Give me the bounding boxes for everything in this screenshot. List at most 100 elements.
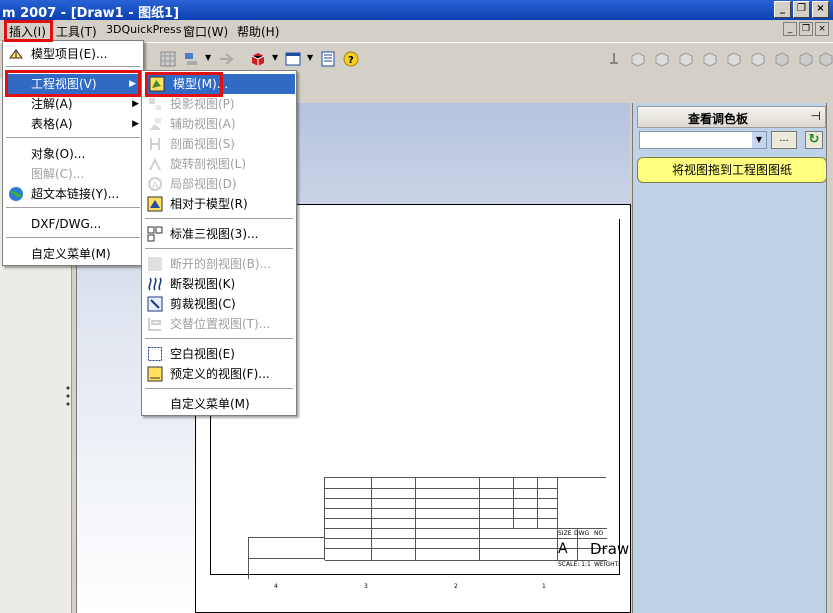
menu-item-customize-menu[interactable]: 自定义菜单(M) (3, 244, 143, 264)
menu-item-standard-3-view[interactable]: 标准三视图(3)... (142, 224, 296, 244)
grid-icon[interactable] (160, 51, 176, 67)
drag-views-message: 将视图拖到工程图图纸 (637, 157, 827, 183)
view-back-icon[interactable] (654, 51, 670, 67)
relative-view-icon (147, 196, 163, 212)
dropdown-icon[interactable]: ▼ (307, 53, 313, 62)
view-dimetric-icon[interactable] (818, 51, 833, 67)
menu-item-dxf-dwg[interactable]: DXF/DWG... (3, 214, 143, 234)
menu-item-model-items[interactable]: 模型项目(E)... (3, 44, 143, 64)
tolerance-block (248, 537, 325, 579)
help-icon[interactable]: ? (343, 51, 359, 67)
menu-item-object[interactable]: 对象(O)... (3, 144, 143, 164)
view-left-icon[interactable] (678, 51, 694, 67)
broken-out-section-icon (148, 257, 162, 271)
menu-item-section-view[interactable]: 剖面视图(S) (142, 134, 296, 154)
standard-3-view-icon (147, 226, 163, 242)
detail-view-icon: A (148, 177, 162, 191)
tb-drawing-name: Draw (590, 540, 630, 558)
view-bottom-icon[interactable] (750, 51, 766, 67)
menu-item-detail-view[interactable]: A 局部视图(D) (142, 174, 296, 194)
menu-separator (145, 218, 293, 219)
view-top-icon[interactable] (726, 51, 742, 67)
menu-separator (6, 66, 140, 67)
smart-dimension-icon[interactable] (183, 51, 199, 67)
dropdown-icon[interactable]: ▼ (205, 53, 211, 62)
drawing-view-submenu: 模型(M)... 投影视图(P) 辅助视图(A) 剖面视图(S) 旋转剖视图(L… (141, 70, 297, 416)
svg-text:?: ? (348, 55, 354, 66)
menu-item-hyperlink[interactable]: 超文本链接(Y)... (3, 184, 143, 204)
menu-item-crop-view[interactable]: 剪裁视图(C) (142, 294, 296, 314)
menu-item-predefined-view[interactable]: 预定义的视图(F)... (142, 364, 296, 384)
submenu-arrow-icon: ▶ (132, 119, 139, 129)
model-items-icon (9, 49, 23, 59)
crop-view-icon (147, 296, 163, 312)
view-iso-icon[interactable] (774, 51, 790, 67)
menu-3dquickpress[interactable]: 3DQuickPress (106, 23, 182, 36)
task-pane-header: 查看调色板 ⊣ (637, 106, 826, 128)
menu-item-break-view[interactable]: 断裂视图(K) (142, 274, 296, 294)
menu-item-drawing-view[interactable]: 工程视图(V) ▶ (8, 74, 140, 94)
menu-item-projected-view[interactable]: 投影视图(P) (142, 94, 296, 114)
menu-item-broken-out-section[interactable]: 断开的剖视图(B)... (142, 254, 296, 274)
submenu-arrow-icon: ▶ (132, 99, 139, 109)
zone-label: 2 (454, 583, 458, 590)
properties-icon[interactable] (320, 51, 336, 67)
task-pane-title: 查看调色板 (688, 112, 749, 126)
menu-window[interactable]: 窗口(W) (183, 23, 228, 40)
menu-item-table[interactable]: 表格(A) ▶ (3, 114, 143, 134)
menu-item-auxiliary-view[interactable]: 辅助视图(A) (142, 114, 296, 134)
menu-item-customize-menu[interactable]: 自定义菜单(M) (142, 394, 296, 414)
globe-icon (9, 187, 23, 201)
menu-separator (145, 248, 293, 249)
pin-icon[interactable]: ⊣ (811, 109, 821, 123)
tb-weight: WEIGHT: (594, 561, 620, 568)
menu-separator (6, 207, 140, 208)
minimize-button[interactable]: _ (774, 1, 791, 18)
mdi-restore-button[interactable]: ❐ (799, 22, 813, 36)
view-arrow-icon[interactable] (218, 51, 234, 67)
panel-splitter-handle[interactable] (66, 380, 70, 420)
menu-separator (145, 338, 293, 339)
refresh-icon[interactable]: ↻ (805, 131, 823, 149)
right-edge-bar (826, 103, 833, 613)
view-front-icon[interactable] (630, 51, 646, 67)
chevron-down-icon[interactable]: ▼ (752, 132, 766, 148)
svg-text:A: A (152, 181, 159, 191)
view-trimetric-icon[interactable] (798, 51, 814, 67)
break-view-icon (148, 277, 162, 291)
menu-item-model-view[interactable]: 模型(M)... (145, 74, 295, 94)
menu-item-picture[interactable]: 图解(C)... (3, 164, 143, 184)
zone-label: 1 (542, 583, 546, 590)
tb-scale: SCALE: 1:1 (558, 561, 591, 568)
menu-item-annotation[interactable]: 注解(A) ▶ (3, 94, 143, 114)
menu-item-empty-view[interactable]: 空白视图(E) (142, 344, 296, 364)
mdi-minimize-button[interactable]: _ (783, 22, 797, 36)
predefined-view-icon (147, 366, 163, 382)
menu-tools[interactable]: 工具(T) (56, 23, 97, 40)
document-combo[interactable]: ▼ (639, 131, 767, 149)
tb-size-label: SIZE (558, 530, 572, 537)
mdi-close-button[interactable]: × (815, 22, 829, 36)
dropdown-icon[interactable]: ▼ (272, 53, 278, 62)
menu-separator (6, 137, 140, 138)
close-button[interactable]: × (812, 1, 829, 18)
window-icon[interactable] (285, 51, 301, 67)
title-bar: m 2007 - [Draw1 - 图纸1] _ ❐ × (0, 0, 833, 21)
auxiliary-view-icon (149, 118, 161, 130)
menu-insert[interactable]: 插入(I) (9, 23, 46, 40)
menu-item-aligned-section[interactable]: 旋转剖视图(L) (142, 154, 296, 174)
menu-help[interactable]: 帮助(H) (237, 23, 279, 40)
menu-item-relative-to-model[interactable]: 相对于模型(R) (142, 194, 296, 214)
3d-cube-icon[interactable] (250, 51, 266, 67)
window-title: m 2007 - [Draw1 - 图纸1] (2, 6, 180, 21)
view-right-icon[interactable] (702, 51, 718, 67)
tb-no-label: NO (594, 530, 604, 537)
empty-view-icon (148, 347, 162, 361)
normal-to-icon[interactable] (606, 51, 622, 67)
zone-label: 4 (274, 583, 278, 590)
menu-separator (6, 237, 140, 238)
restore-button[interactable]: ❐ (793, 1, 810, 18)
browse-button[interactable]: ... (771, 131, 797, 149)
menu-separator (145, 388, 293, 389)
menu-item-alternate-position[interactable]: 交替位置视图(T)... (142, 314, 296, 334)
